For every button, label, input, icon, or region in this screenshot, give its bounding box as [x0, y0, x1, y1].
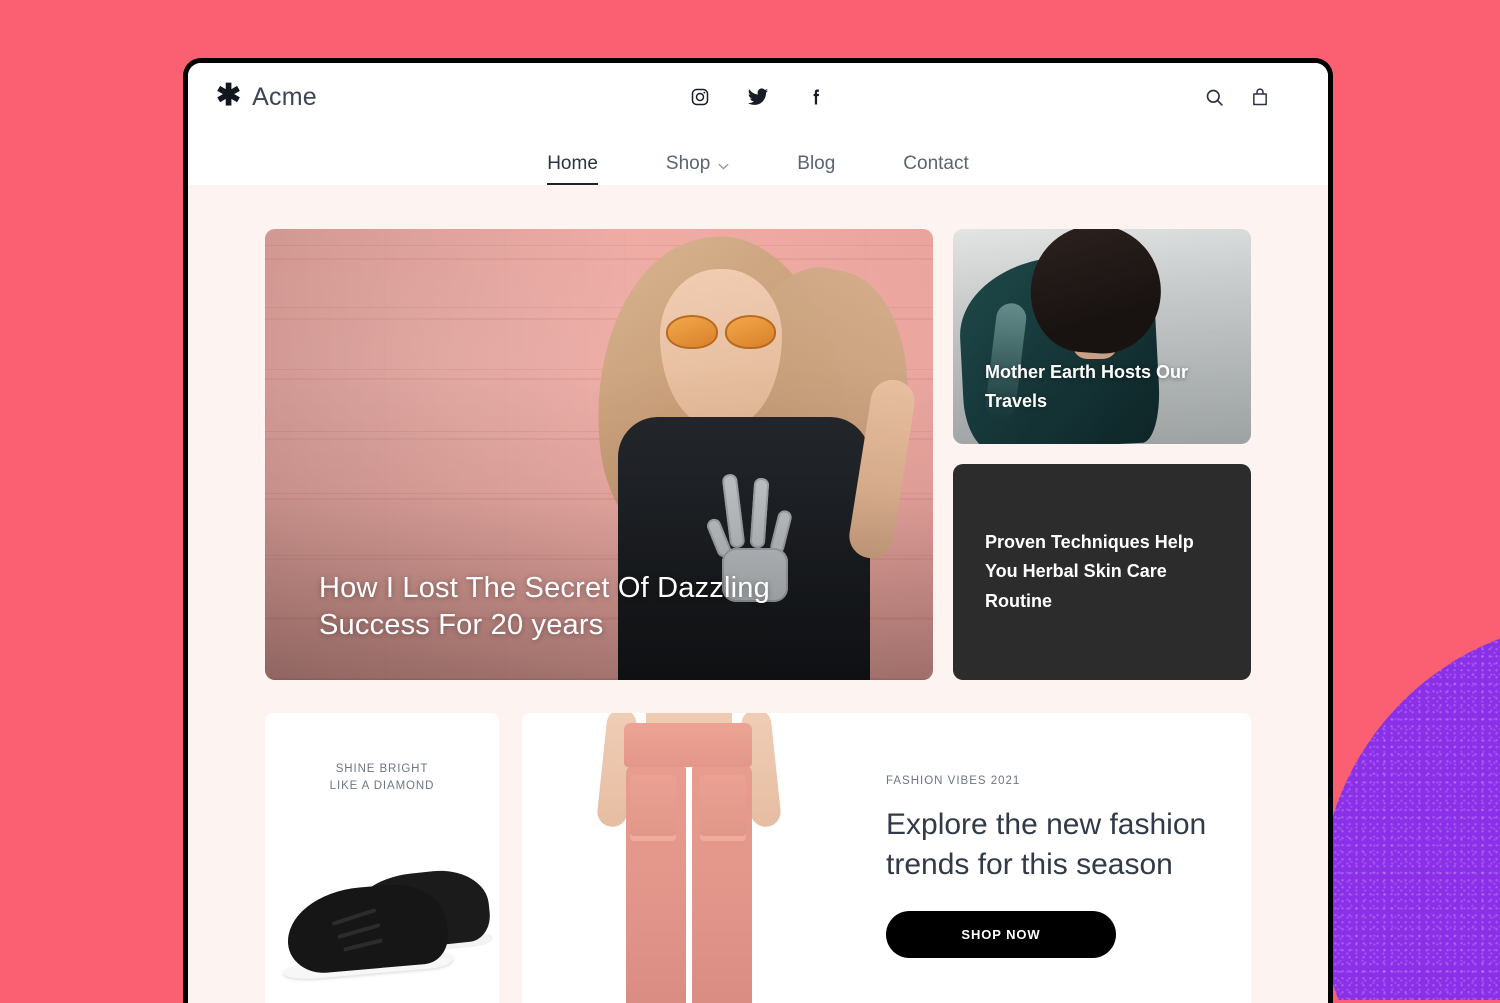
twitter-icon[interactable] [747, 86, 769, 108]
sneakers-illustration [279, 853, 494, 993]
side-card-title-skin-care: Proven Techniques Help You Herbal Skin C… [985, 532, 1194, 611]
purple-blob-decoration [1320, 620, 1500, 1000]
facebook-icon[interactable] [805, 86, 827, 108]
chevron-down-icon [718, 163, 729, 170]
promo-eyebrow: FASHION VIBES 2021 [886, 775, 1021, 787]
product-tagline-line1: SHINE BRIGHT [335, 763, 429, 775]
site-logo[interactable]: ✱ Acme [216, 78, 317, 112]
nav-label-blog: Blog [797, 153, 836, 174]
hero-section: How I Lost The Secret Of Dazzling Succes… [188, 229, 1328, 680]
product-tagline-line2: LIKE A DIAMOND [329, 780, 435, 793]
bag-icon[interactable] [1248, 85, 1272, 109]
featured-article-card[interactable]: How I Lost The Secret Of Dazzling Succes… [265, 229, 933, 680]
header-actions [1202, 85, 1272, 109]
nav-item-blog[interactable]: Blog [763, 154, 869, 185]
promo-title: Explore the new fashion trends for this … [886, 808, 1207, 881]
main-navigation: Home Shop Blog Contact [188, 131, 1328, 185]
site-header: ✱ Acme Home Shop Blog Contact [188, 63, 1328, 185]
header-top-bar: ✱ Acme [188, 63, 1328, 131]
asterisk-icon: ✱ [216, 78, 242, 112]
browser-window: ✱ Acme Home Shop Blog Contact How I Lost… [183, 58, 1333, 1003]
search-icon[interactable] [1202, 85, 1226, 109]
promo-text-block: FASHION VIBES 2021 Explore the new fashi… [852, 713, 1251, 1003]
bottom-section: SHINE BRIGHT LIKE A DIAMOND FASHION VIBE… [188, 680, 1328, 1003]
promo-model-illustration [522, 713, 852, 1003]
logo-text: Acme [252, 82, 317, 111]
nav-item-contact[interactable]: Contact [869, 154, 1002, 185]
side-card-title-mother-earth: Mother Earth Hosts Our Travels [985, 362, 1189, 412]
nav-label-home: Home [547, 153, 598, 174]
nav-item-shop[interactable]: Shop [632, 154, 763, 185]
shop-now-button[interactable]: SHOP NOW [886, 910, 1116, 958]
page-content: How I Lost The Secret Of Dazzling Succes… [188, 185, 1328, 1003]
nav-label-shop: Shop [665, 153, 711, 174]
nav-label-contact: Contact [903, 153, 969, 174]
hero-side-column: Mother Earth Hosts Our Travels Proven Te… [953, 229, 1251, 680]
product-card-sneakers[interactable]: SHINE BRIGHT LIKE A DIAMOND [265, 713, 499, 1003]
nav-item-home[interactable]: Home [513, 154, 632, 185]
product-tagline: SHINE BRIGHT LIKE A DIAMOND [265, 713, 499, 796]
featured-article-title: How I Lost The Secret Of Dazzling Succes… [319, 571, 770, 641]
site-viewport: ✱ Acme Home Shop Blog Contact How I Lost… [188, 63, 1328, 1003]
social-links [689, 86, 827, 108]
side-card-skin-care[interactable]: Proven Techniques Help You Herbal Skin C… [953, 464, 1251, 680]
promo-card-fashion-trends: FASHION VIBES 2021 Explore the new fashi… [522, 713, 1251, 1003]
side-card-mother-earth[interactable]: Mother Earth Hosts Our Travels [953, 229, 1251, 444]
instagram-icon[interactable] [689, 86, 711, 108]
